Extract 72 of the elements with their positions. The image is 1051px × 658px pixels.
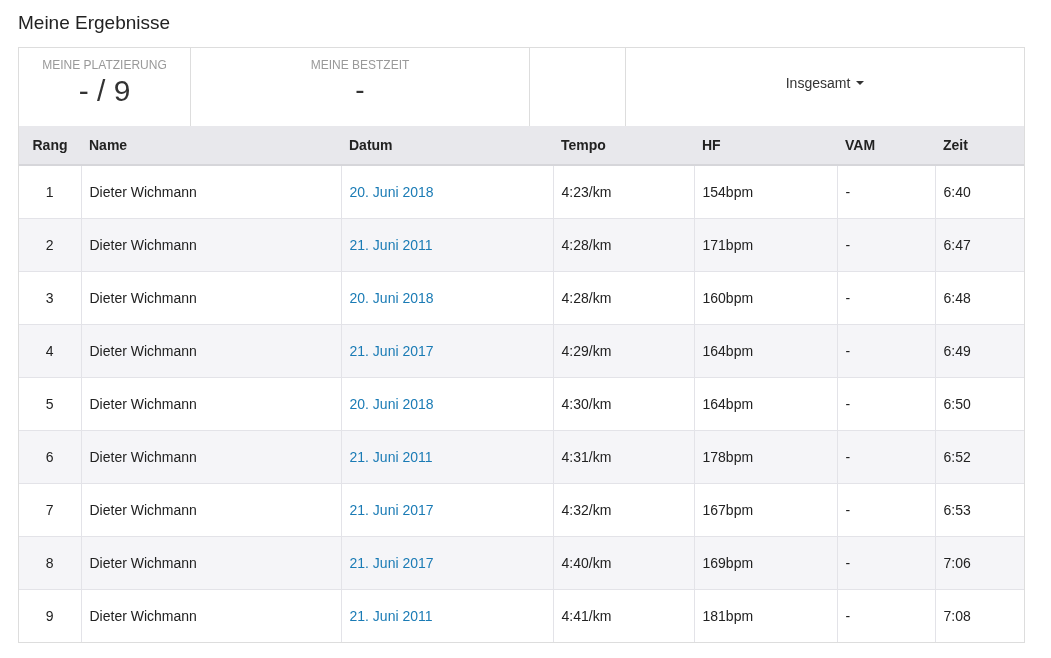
table-cell: 4	[19, 324, 81, 378]
table-cell: 8	[19, 536, 81, 590]
table-cell: 7	[19, 483, 81, 537]
table-cell: Dieter Wichmann	[81, 165, 341, 219]
column-header: Tempo	[553, 126, 694, 165]
table-cell: Dieter Wichmann	[81, 483, 341, 537]
table-cell: 9	[19, 589, 81, 643]
table-cell: 6:47	[935, 218, 1024, 272]
table-cell: 4:41/km	[553, 589, 694, 643]
table-cell: 181bpm	[694, 589, 837, 643]
table-cell: 167bpm	[694, 483, 837, 537]
table-cell: 171bpm	[694, 218, 837, 272]
column-header: Zeit	[935, 126, 1024, 165]
column-header: VAM	[837, 126, 935, 165]
table-cell: -	[837, 430, 935, 484]
table-cell: 3	[19, 271, 81, 325]
table-cell: 154bpm	[694, 165, 837, 219]
table-cell: 169bpm	[694, 536, 837, 590]
table-cell: -	[837, 165, 935, 219]
table-cell: Dieter Wichmann	[81, 218, 341, 272]
page-title: Meine Ergebnisse	[18, 12, 172, 34]
table-cell: 4:28/km	[553, 218, 694, 272]
table-cell: 6:52	[935, 430, 1024, 484]
date-link[interactable]: 21. Juni 2011	[349, 608, 433, 624]
table-cell: 6	[19, 430, 81, 484]
table-cell: -	[837, 589, 935, 643]
date-link[interactable]: 21. Juni 2017	[349, 343, 434, 359]
table-cell: 4:32/km	[553, 483, 694, 537]
table-cell: Dieter Wichmann	[81, 589, 341, 643]
date-link[interactable]: 20. Juni 2018	[349, 290, 434, 306]
table-cell: 2	[19, 218, 81, 272]
table-cell: -	[837, 483, 935, 537]
date-link[interactable]: 20. Juni 2018	[349, 184, 434, 200]
filter-dropdown[interactable]: Insgesamt	[781, 73, 869, 93]
table-cell: 4:40/km	[553, 536, 694, 590]
table-cell: 4:23/km	[553, 165, 694, 219]
table-cell: 178bpm	[694, 430, 837, 484]
stat-label: MEINE BESTZEIT	[309, 58, 411, 72]
table-cell: 160bpm	[694, 271, 837, 325]
table-cell: 4:30/km	[553, 377, 694, 431]
date-link[interactable]: 21. Juni 2017	[349, 555, 434, 571]
table-cell: Dieter Wichmann	[81, 271, 341, 325]
table-cell: 7:06	[935, 536, 1024, 590]
caret-icon	[856, 81, 865, 85]
table-cell: -	[837, 324, 935, 378]
table-cell: 1	[19, 165, 81, 219]
date-link[interactable]: 21. Juni 2011	[349, 449, 433, 465]
column-header: Name	[81, 126, 341, 165]
table-cell: Dieter Wichmann	[81, 377, 341, 431]
stat-value: - / 9	[77, 74, 132, 108]
date-link[interactable]: 20. Juni 2018	[349, 396, 434, 412]
table-cell: 5	[19, 377, 81, 431]
column-header: Datum	[341, 126, 553, 165]
table-cell: 164bpm	[694, 377, 837, 431]
date-link[interactable]: 21. Juni 2017	[349, 502, 434, 518]
table-cell: -	[837, 218, 935, 272]
table-cell: Dieter Wichmann	[81, 536, 341, 590]
table-cell: 4:31/km	[553, 430, 694, 484]
stat-value: -	[354, 74, 366, 106]
stat-label: MEINE PLATZIERUNG	[41, 58, 168, 72]
column-header: Rang	[19, 126, 81, 165]
table-cell: Dieter Wichmann	[81, 324, 341, 378]
table-cell: 4:29/km	[553, 324, 694, 378]
table-cell: -	[837, 536, 935, 590]
column-header: HF	[694, 126, 837, 165]
table-cell: 6:49	[935, 324, 1024, 378]
table-cell: 164bpm	[694, 324, 837, 378]
table-cell: -	[837, 271, 935, 325]
table-cell: Dieter Wichmann	[81, 430, 341, 484]
table-cell: -	[837, 377, 935, 431]
date-link[interactable]: 21. Juni 2011	[349, 237, 433, 253]
table-cell: 4:28/km	[553, 271, 694, 325]
